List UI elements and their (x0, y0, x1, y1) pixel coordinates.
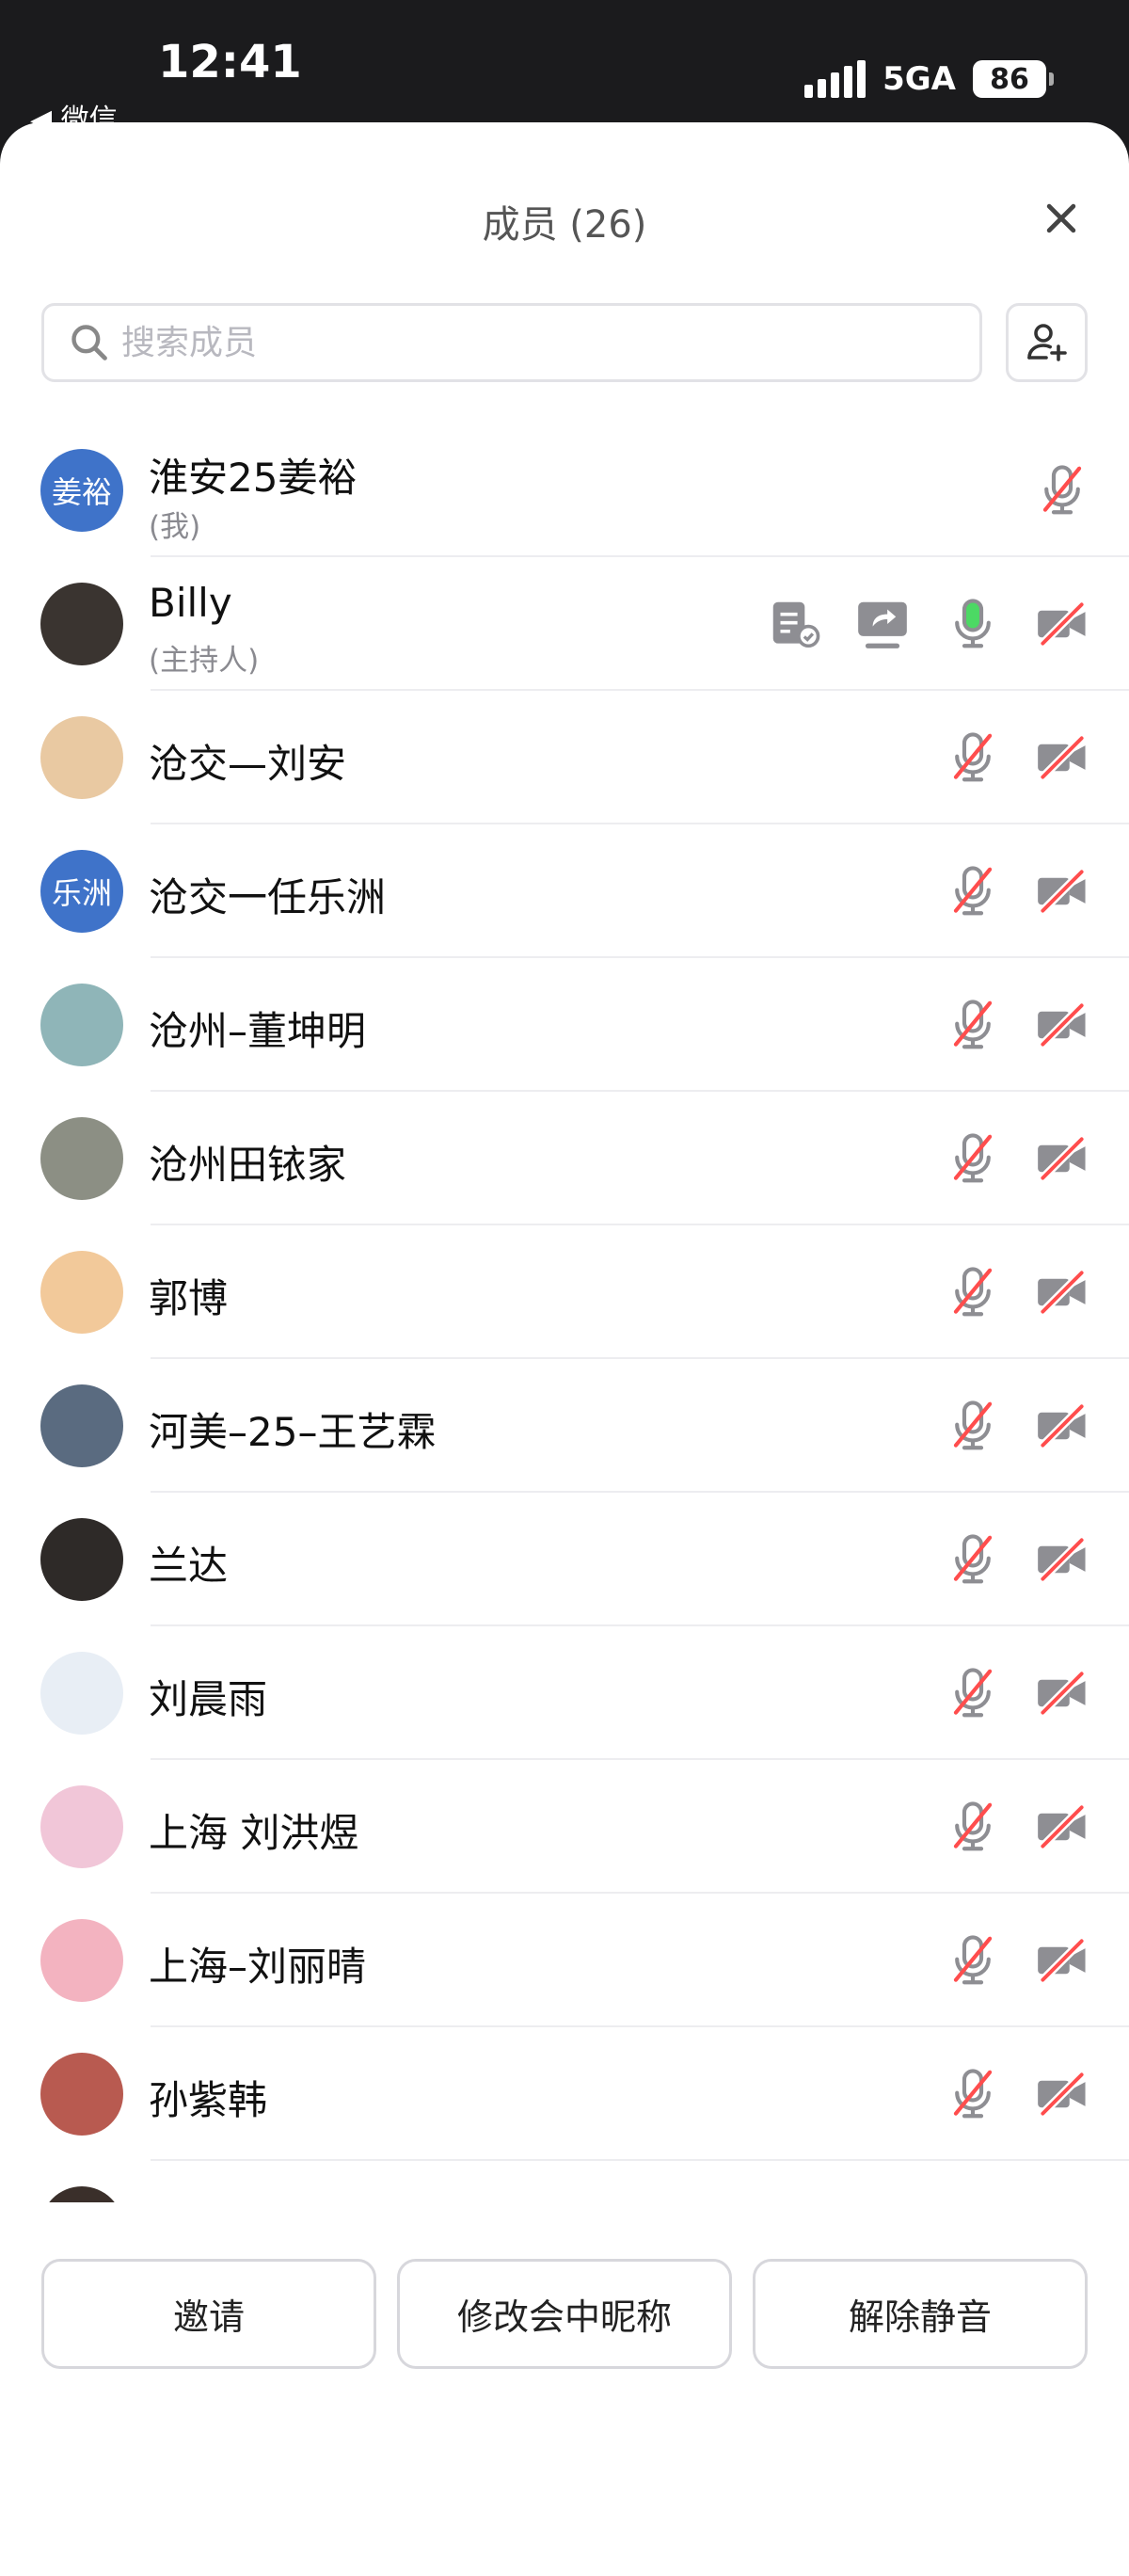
avatar (40, 1652, 123, 1735)
member-role: (主持人) (149, 644, 260, 678)
member-row[interactable]: 郭博 (0, 1225, 1129, 1359)
avatar: 姜裕 (40, 449, 123, 532)
search-input[interactable] (119, 322, 979, 363)
member-name: 刘晨雨 (149, 1676, 268, 1722)
avatar: 乐洲 (40, 850, 123, 933)
mic-active-icon[interactable] (944, 595, 1002, 653)
avatar (40, 583, 123, 665)
member-name: Billy (149, 580, 232, 626)
mic-muted-icon[interactable] (944, 1530, 1002, 1589)
invite-button[interactable]: 邀请 (41, 2259, 376, 2369)
mic-muted-icon[interactable] (944, 862, 1002, 920)
avatar (40, 1117, 123, 1200)
avatar (40, 1518, 123, 1601)
camera-off-icon[interactable] (1033, 996, 1091, 1054)
camera-off-icon[interactable] (1033, 862, 1091, 920)
camera-off-icon[interactable] (1033, 1397, 1091, 1455)
member-row[interactable]: Billy (主持人) (0, 557, 1129, 691)
member-row[interactable]: 上海–刘丽晴 (0, 1894, 1129, 2027)
add-user-icon (1026, 324, 1067, 361)
avatar (40, 1785, 123, 1868)
member-list: 姜裕 淮安25姜裕 (我) Billy (主持人) 沧交—刘安乐洲 沧交一任乐洲 沧州–董坤明… (0, 424, 1129, 2202)
member-name: 孙紫韩 (149, 2077, 268, 2123)
camera-off-icon[interactable] (1033, 595, 1091, 653)
battery-icon: 86 (973, 60, 1054, 98)
network-type: 5GA (883, 60, 956, 98)
member-row[interactable] (0, 2161, 1129, 2202)
add-user-button[interactable] (1006, 303, 1088, 382)
screen-share-icon[interactable] (853, 595, 912, 653)
status-indicators: 5GA 86 (804, 60, 1054, 98)
avatar (40, 716, 123, 799)
avatar (40, 1384, 123, 1467)
mic-muted-icon[interactable] (944, 2065, 1002, 2123)
document-icon[interactable] (766, 595, 824, 653)
member-row[interactable]: 孙紫韩 (0, 2027, 1129, 2161)
camera-off-icon[interactable] (1033, 1263, 1091, 1321)
avatar-initials: 姜裕 (51, 474, 112, 510)
member-row[interactable]: 刘晨雨 (0, 1626, 1129, 1760)
member-name: 沧交一任乐洲 (149, 874, 387, 920)
mic-muted-icon[interactable] (944, 728, 1002, 787)
footer-actions: 邀请 修改会中昵称 解除静音 (0, 2202, 1129, 2576)
search-icon (72, 325, 107, 360)
mic-muted-icon[interactable] (944, 1397, 1002, 1455)
member-row[interactable]: 沧州田铱家 (0, 1092, 1129, 1225)
avatar (40, 1251, 123, 1334)
member-row[interactable]: 沧交—刘安 (0, 691, 1129, 824)
member-name: 郭博 (149, 1275, 229, 1321)
camera-off-icon[interactable] (1033, 728, 1091, 787)
member-name: 河美–25–王艺霖 (149, 1409, 437, 1455)
camera-off-icon[interactable] (1033, 2065, 1091, 2123)
search-box[interactable] (41, 303, 982, 382)
mic-muted-icon[interactable] (944, 1931, 1002, 1990)
camera-off-icon[interactable] (1033, 1129, 1091, 1188)
member-role: (我) (149, 510, 201, 544)
close-icon[interactable] (1041, 198, 1082, 239)
page-title: 成员 (26) (482, 203, 647, 247)
avatar (40, 1919, 123, 2002)
member-name: 沧交—刘安 (149, 741, 347, 787)
avatar (40, 984, 123, 1066)
camera-off-icon[interactable] (1033, 1530, 1091, 1589)
member-row[interactable]: 兰达 (0, 1493, 1129, 1626)
member-row[interactable]: 沧州–董坤明 (0, 958, 1129, 1092)
avatar (40, 2186, 123, 2202)
mic-muted-icon[interactable] (944, 996, 1002, 1054)
members-sheet: 成员 (26) 姜裕 淮安25姜裕 (我) Billy (主持人) 沧交—刘安乐洲 沧交一任… (0, 122, 1129, 2576)
member-row[interactable]: 上海 刘洪煜 (0, 1760, 1129, 1894)
member-name: 沧州–董坤明 (149, 1008, 367, 1054)
mic-muted-icon[interactable] (944, 1798, 1002, 1856)
avatar (40, 2053, 123, 2136)
member-name: 沧州田铱家 (149, 1142, 347, 1188)
member-row[interactable]: 姜裕 淮安25姜裕 (我) (0, 424, 1129, 557)
member-row[interactable]: 河美–25–王艺霖 (0, 1359, 1129, 1493)
battery-level: 86 (990, 62, 1029, 96)
avatar-initials: 乐洲 (51, 875, 112, 911)
camera-off-icon[interactable] (1033, 1664, 1091, 1722)
mic-muted-icon[interactable] (1033, 461, 1091, 520)
rename-button[interactable]: 修改会中昵称 (397, 2259, 732, 2369)
signal-icon (804, 60, 867, 98)
member-name: 上海–刘丽晴 (149, 1944, 367, 1990)
status-time: 12:41 (158, 36, 302, 88)
member-name: 上海 刘洪煜 (149, 1810, 359, 1856)
camera-off-icon[interactable] (1033, 1931, 1091, 1990)
mic-muted-icon[interactable] (944, 1664, 1002, 1722)
mic-muted-icon[interactable] (944, 1263, 1002, 1321)
mic-muted-icon[interactable] (944, 1129, 1002, 1188)
member-name: 兰达 (149, 1543, 229, 1589)
member-name: 淮安25姜裕 (149, 455, 358, 501)
member-row[interactable]: 乐洲 沧交一任乐洲 (0, 824, 1129, 958)
camera-off-icon[interactable] (1033, 1798, 1091, 1856)
unmute-button[interactable]: 解除静音 (753, 2259, 1088, 2369)
